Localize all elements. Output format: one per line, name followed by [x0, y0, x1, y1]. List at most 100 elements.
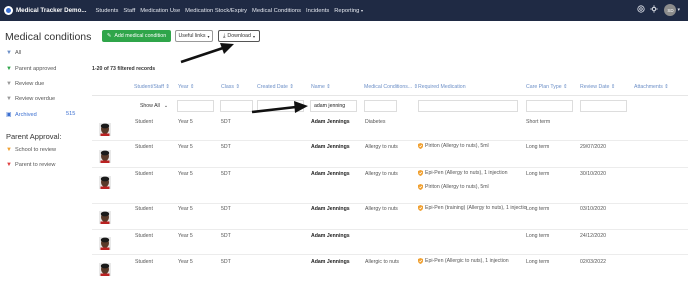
medication-item[interactable]: Piriton (Allergy to nuts), 5ml — [418, 184, 489, 190]
cell-year: Year 5 — [178, 144, 193, 150]
cell-name[interactable]: Adam Jennings — [311, 171, 350, 177]
review-date-filter-input[interactable] — [580, 100, 627, 112]
care-plan-filter-input[interactable] — [526, 100, 573, 112]
cell-name[interactable]: Adam Jennings — [311, 206, 350, 212]
cell-review-date: 30/10/2020 — [580, 171, 606, 177]
nav-item-staff[interactable]: Staff — [123, 8, 135, 14]
student-photo[interactable] — [99, 211, 111, 224]
col-header-student-staff[interactable]: Student/Staff ⇕ — [134, 84, 170, 90]
sidebar-item-parent-to-review[interactable]: ▼ Parent to review — [6, 162, 55, 168]
col-header-label: Class — [221, 84, 234, 90]
add-medical-condition-button[interactable]: ✎ Add medical condition — [102, 30, 171, 42]
nav-item-medication-stock[interactable]: Medication Stock/Expiry — [185, 8, 247, 14]
cell-name[interactable]: Adam Jennings — [311, 144, 350, 150]
cell-medical-condition: Allergic to nuts — [365, 259, 400, 265]
cell-care-plan-type: Long term — [526, 144, 550, 150]
download-label: Download — [227, 33, 251, 39]
chevron-down-icon: ⌄ — [163, 103, 169, 109]
cell-review-date: 03/10/2020 — [580, 206, 606, 212]
cell-medical-condition: Diabetes — [365, 119, 386, 125]
chevron-down-icon: ▾ — [360, 7, 363, 13]
cell-name[interactable]: Adam Jennings — [311, 233, 350, 239]
download-icon: ⤓ — [223, 32, 226, 39]
sidebar-item-all[interactable]: ▼ All — [6, 50, 21, 56]
medication-item[interactable]: Piriton (Allergy to nuts), 5ml — [418, 143, 489, 149]
archive-icon: ▣ — [6, 112, 12, 118]
sort-icon: ⇕ — [165, 84, 170, 90]
student-photo[interactable] — [99, 263, 111, 276]
cell-name[interactable]: Adam Jennings — [311, 119, 350, 125]
sidebar-item-label: School to review — [15, 147, 57, 153]
col-header-label: Student/Staff — [134, 84, 164, 90]
col-header-created-date[interactable]: Created Date ⇕ — [257, 84, 294, 90]
sidebar-item-school-to-review[interactable]: ▼ School to review — [6, 147, 56, 153]
col-header-medical-conditions[interactable]: Medical Conditions... ⇕ — [364, 84, 418, 90]
cell-class: 5DT — [221, 171, 231, 177]
sidebar-item-label: Archived — [15, 111, 37, 118]
nav-item-medical-conditions[interactable]: Medical Conditions — [252, 8, 301, 14]
brand[interactable]: Medical Tracker Demo... — [4, 6, 87, 15]
col-header-review-date[interactable]: Review Date ⇕ — [580, 84, 615, 90]
student-photo[interactable] — [99, 123, 111, 136]
shield-icon — [418, 184, 425, 190]
col-header-required-medication: Required Medication — [418, 84, 466, 90]
sort-icon: ⇕ — [610, 84, 616, 90]
col-header-label: Review Date — [580, 84, 610, 90]
medication-item[interactable]: Epi-Pen (Allergic to nuts), 1 injection — [418, 258, 509, 264]
medical-conditions-filter-input[interactable] — [364, 100, 397, 112]
cell-care-plan-type: Long term — [526, 233, 550, 239]
col-header-year[interactable]: Year ⇕ — [178, 84, 194, 90]
sidebar-item-review-overdue[interactable]: ▼ Review overdue — [6, 96, 55, 102]
student-staff-filter-select[interactable]: Show All ⌄ — [134, 100, 174, 112]
user-avatar[interactable]: SD — [664, 4, 677, 16]
medication-label: Piriton (Allergy to nuts), 5ml — [425, 143, 489, 149]
student-photo[interactable] — [99, 150, 111, 163]
header-divider — [92, 95, 688, 96]
medication-item[interactable]: Epi-Pen (training) (Allergy to nuts), 1 … — [418, 205, 527, 211]
medication-label: Epi-Pen (Allergy to nuts), 1 injection — [425, 170, 508, 176]
cell-name[interactable]: Adam Jennings — [311, 259, 350, 265]
settings-icon[interactable] — [650, 5, 659, 15]
name-filter-input[interactable]: adam jenning — [310, 100, 357, 112]
class-filter-input[interactable] — [220, 100, 253, 112]
nav-item-medication-use[interactable]: Medication Use — [140, 8, 180, 14]
edit-icon: ✎ — [106, 33, 112, 39]
filter-icon: ▼ — [6, 162, 12, 168]
cell-year: Year 5 — [178, 206, 193, 212]
sidebar-item-archived[interactable]: ▣ Archived — [6, 111, 37, 119]
required-medication-filter-input[interactable] — [418, 100, 518, 112]
chevron-down-icon[interactable]: ▾ — [677, 7, 680, 13]
col-header-label: Attachments — [634, 84, 663, 90]
year-filter-input[interactable] — [177, 100, 214, 112]
sort-icon: ⇕ — [563, 84, 568, 90]
col-header-class[interactable]: Class ⇕ — [221, 84, 240, 90]
help-icon[interactable] — [637, 5, 646, 15]
student-photo[interactable] — [99, 176, 111, 189]
cell-student-staff: Student — [135, 259, 153, 265]
row-divider — [92, 167, 688, 168]
nav-item-students[interactable]: Students — [96, 8, 119, 14]
medication-label: Piriton (Allergy to nuts), 5ml — [425, 184, 489, 190]
nav-item-incidents[interactable]: Incidents — [306, 8, 329, 14]
col-header-care-plan-type[interactable]: Care Plan Type ⇕ — [526, 84, 567, 90]
cell-medical-condition: Allergy to nuts — [365, 206, 398, 212]
sidebar-item-label: Parent approved — [15, 66, 57, 72]
cell-student-staff: Student — [135, 119, 153, 125]
brand-name: Medical Tracker Demo... — [16, 7, 87, 14]
medication-label: Epi-Pen (training) (Allergy to nuts), 1 … — [425, 205, 527, 211]
cell-medical-condition: Allergy to nuts — [365, 171, 398, 177]
medication-item[interactable]: Epi-Pen (Allergy to nuts), 1 injection — [418, 170, 507, 176]
nav-item-reporting-label: Reporting — [334, 7, 360, 14]
col-header-attachments[interactable]: Attachments ⇕ — [634, 84, 669, 90]
sidebar-item-parent-approved[interactable]: ▼ Parent approved — [6, 66, 56, 72]
student-photo[interactable] — [99, 237, 111, 250]
col-header-label: Year — [178, 84, 189, 90]
cell-year: Year 5 — [178, 171, 193, 177]
nav-item-reporting[interactable]: Reporting ▾ — [334, 8, 363, 14]
sidebar-item-review-due[interactable]: ▼ Review due — [6, 81, 44, 87]
col-header-name[interactable]: Name ⇕ — [311, 84, 331, 90]
sidebar-item-label: Parent to review — [15, 162, 56, 168]
sort-icon: ⇕ — [664, 84, 669, 90]
cell-student-staff: Student — [135, 206, 153, 212]
page-title: Medical conditions — [5, 31, 92, 43]
